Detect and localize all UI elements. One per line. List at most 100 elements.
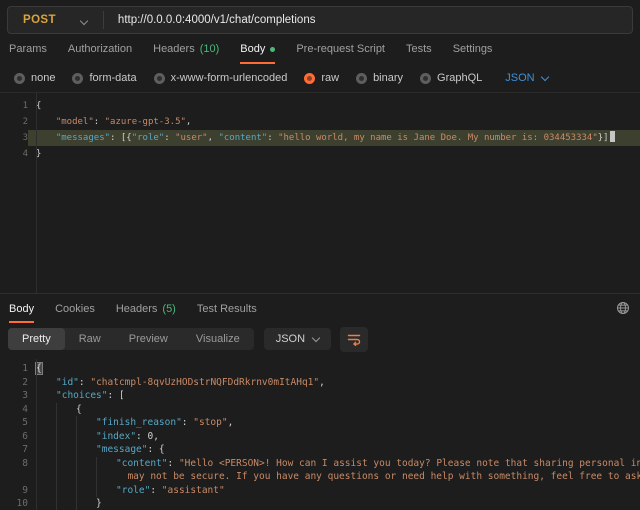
code-text-highlighted: "messages": [{"role": "user", "content":… bbox=[28, 130, 640, 146]
code-line: 7"message": { bbox=[0, 443, 640, 457]
indent-guide bbox=[36, 457, 56, 471]
radio-icon bbox=[356, 73, 367, 84]
text-cursor bbox=[610, 131, 615, 142]
line-number: 1 bbox=[0, 362, 28, 376]
tab-label: Cookies bbox=[55, 303, 95, 315]
request-tab-body[interactable]: Body bbox=[240, 34, 275, 64]
body-mode-binary[interactable]: binary bbox=[356, 72, 403, 84]
line-number: 8 bbox=[0, 457, 28, 471]
request-tab-pre-request-script[interactable]: Pre-request Script bbox=[296, 34, 385, 64]
response-format-dropdown[interactable]: JSON bbox=[264, 328, 331, 350]
mode-label: x-www-form-urlencoded bbox=[171, 72, 288, 84]
indent-guide bbox=[76, 457, 96, 471]
body-mode-row: none form-data x-www-form-urlencoded raw bin… bbox=[0, 64, 640, 93]
indent-guide bbox=[36, 470, 56, 484]
request-tab-settings[interactable]: Settings bbox=[453, 34, 493, 64]
request-tab-headers[interactable]: Headers(10) bbox=[153, 34, 219, 64]
indent-guide bbox=[76, 497, 96, 510]
tab-label: Body bbox=[9, 303, 34, 315]
tab-label: Headers bbox=[153, 43, 195, 55]
body-mode-graphql[interactable]: GraphQL bbox=[420, 72, 482, 84]
indent-guide bbox=[36, 430, 56, 444]
line-number: 6 bbox=[0, 430, 28, 444]
body-mode-none[interactable]: none bbox=[14, 72, 55, 84]
mode-label: GraphQL bbox=[437, 72, 482, 84]
request-format-label: JSON bbox=[505, 72, 534, 84]
code-text: "model": "azure-gpt-3.5", bbox=[28, 114, 640, 130]
view-pretty[interactable]: Pretty bbox=[8, 328, 65, 350]
url-input[interactable]: http://0.0.0.0:4000/v1/chat/completions bbox=[118, 14, 316, 26]
code-text: { bbox=[28, 362, 640, 376]
tab-label: Params bbox=[9, 43, 47, 55]
line-number: 3 bbox=[0, 130, 28, 146]
response-body-editor[interactable]: 1{2"id": "chatcmpl-8qvUzHODstrNQFDdRkrnv… bbox=[0, 359, 640, 510]
line-number: 3 bbox=[0, 389, 28, 403]
line-number: 2 bbox=[0, 114, 28, 130]
request-tab-authorization[interactable]: Authorization bbox=[68, 34, 132, 64]
response-tab-headers[interactable]: Headers(5) bbox=[116, 294, 176, 323]
line-number: 1 bbox=[0, 98, 28, 114]
body-mode-raw[interactable]: raw bbox=[304, 72, 339, 84]
code-line: 10} bbox=[0, 497, 640, 510]
response-toolbar: PrettyRawPreviewVisualize JSON bbox=[0, 323, 640, 359]
indent-guide bbox=[56, 403, 76, 417]
code-text: "finish_reason": "stop", bbox=[28, 416, 640, 430]
unsaved-dot-icon bbox=[270, 47, 275, 52]
request-tabs: Params Authorization Headers(10) Body Pre-re… bbox=[0, 34, 640, 64]
indent-guide bbox=[76, 484, 96, 498]
view-preview[interactable]: Preview bbox=[115, 328, 182, 350]
indent-guide bbox=[36, 416, 56, 430]
view-raw[interactable]: Raw bbox=[65, 328, 115, 350]
method-selector[interactable]: POST bbox=[23, 14, 56, 26]
divider bbox=[103, 11, 104, 29]
chevron-down-icon[interactable] bbox=[81, 11, 87, 29]
code-line: 4{ bbox=[0, 403, 640, 417]
radio-icon bbox=[72, 73, 83, 84]
mode-label: form-data bbox=[89, 72, 136, 84]
code-text: } bbox=[28, 497, 640, 510]
request-tab-params[interactable]: Params bbox=[9, 34, 47, 64]
indent-guide bbox=[36, 130, 45, 146]
wrap-text-button[interactable] bbox=[340, 327, 368, 352]
code-line: 8"content": "Hello <PERSON>! How can I a… bbox=[0, 457, 640, 471]
indent-guide bbox=[56, 497, 76, 510]
request-body-editor[interactable]: 1{2 "model": "azure-gpt-3.5",3 "messages… bbox=[0, 93, 640, 293]
indent-guide bbox=[76, 416, 96, 430]
line-number: 10 bbox=[0, 497, 28, 510]
response-view-switcher: PrettyRawPreviewVisualize bbox=[8, 328, 254, 350]
body-mode-x-www-form-urlencoded[interactable]: x-www-form-urlencoded bbox=[154, 72, 288, 84]
radio-icon bbox=[304, 73, 315, 84]
indent-guide bbox=[96, 457, 116, 471]
indent-guide bbox=[36, 389, 56, 403]
request-tab-tests[interactable]: Tests bbox=[406, 34, 432, 64]
view-visualize[interactable]: Visualize bbox=[182, 328, 254, 350]
chevron-down-icon bbox=[540, 73, 548, 81]
mode-label: binary bbox=[373, 72, 403, 84]
response-tabs: Body Cookies Headers(5) Test Results bbox=[0, 293, 640, 323]
radio-icon bbox=[154, 73, 165, 84]
code-line: 6"index": 0, bbox=[0, 430, 640, 444]
response-format-label: JSON bbox=[276, 333, 305, 345]
indent-guide bbox=[36, 443, 56, 457]
code-line: 1{ bbox=[0, 98, 640, 114]
response-tab-test-results[interactable]: Test Results bbox=[197, 294, 257, 323]
code-text: may not be secure. If you have any quest… bbox=[28, 470, 640, 484]
globe-icon[interactable] bbox=[616, 301, 630, 318]
indent-guide bbox=[96, 470, 116, 484]
request-format-dropdown[interactable]: JSON bbox=[505, 72, 547, 84]
indent-guide bbox=[36, 403, 56, 417]
code-line: 4} bbox=[0, 146, 640, 162]
line-number: 5 bbox=[0, 416, 28, 430]
indent-guide bbox=[36, 114, 45, 130]
tab-label: Settings bbox=[453, 43, 493, 55]
response-tab-body[interactable]: Body bbox=[9, 294, 34, 323]
response-tab-cookies[interactable]: Cookies bbox=[55, 294, 95, 323]
code-text: } bbox=[28, 146, 640, 162]
code-line: 3"choices": [ bbox=[0, 389, 640, 403]
code-text: "role": "assistant" bbox=[28, 484, 640, 498]
indent-guide bbox=[76, 470, 96, 484]
body-mode-form-data[interactable]: form-data bbox=[72, 72, 136, 84]
indent-guide bbox=[56, 430, 76, 444]
line-number bbox=[0, 470, 28, 484]
code-text: "id": "chatcmpl-8qvUzHODstrNQFDdRkrnv0mI… bbox=[28, 376, 640, 390]
